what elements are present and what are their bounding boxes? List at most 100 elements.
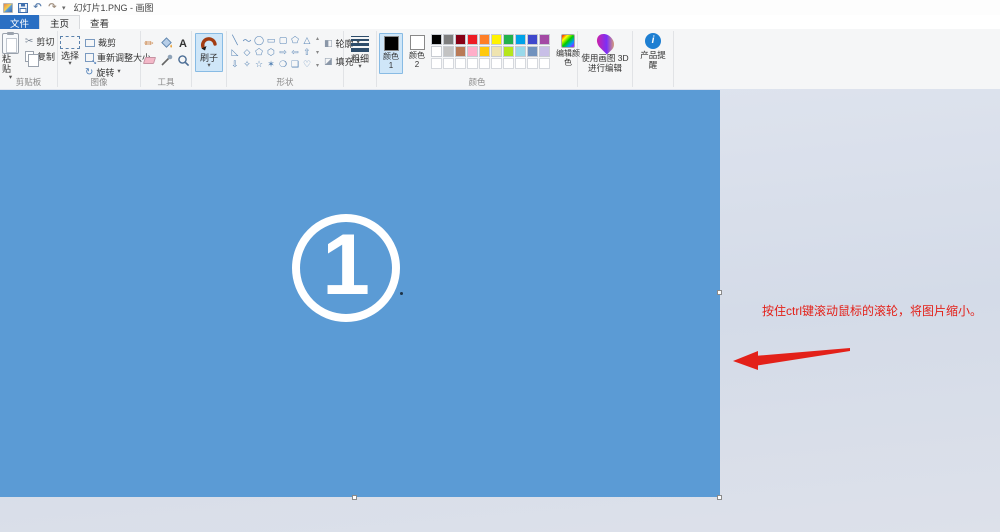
canvas-resize-handle-right[interactable] [717,290,722,295]
palette-color-green[interactable] [503,34,514,45]
group-image: 选择 ▾ 裁剪 重新调整大小 ↻ 旋转 ▾ 图像 [58,29,151,89]
canvas-resize-handle-corner[interactable] [717,495,722,500]
palette-color-gray[interactable] [443,34,454,45]
shape-five-point-star[interactable]: ☆ [253,58,265,70]
shape-rect-callout[interactable]: ❑ [289,58,301,70]
shape-pentagon[interactable]: ⬠ [253,46,265,58]
palette-empty-slot[interactable] [431,58,442,69]
palette-color-white[interactable] [431,46,442,57]
annotation-arrow [733,348,850,370]
palette-color-black[interactable] [431,34,442,45]
group-tools: ✏ A 工具 [141,29,191,89]
palette-empty-slot[interactable] [443,58,454,69]
palette-empty-slot[interactable] [479,58,490,69]
palette-color-light-yellow[interactable] [491,46,502,57]
palette-empty-slot[interactable] [527,58,538,69]
cut-button[interactable]: ✂ 剪切 [23,34,56,49]
palette-empty-slot[interactable] [539,58,550,69]
palette-empty-slot[interactable] [515,58,526,69]
redo-icon[interactable]: ↷ [47,2,58,13]
palette-color-turquoise[interactable] [515,34,526,45]
tab-file[interactable]: 文件 [0,15,40,30]
shape-heart[interactable]: ♡ [301,58,313,70]
palette-color-brown[interactable] [455,46,466,57]
palette-color-yellow[interactable] [491,34,502,45]
shape-oval-callout[interactable]: ❍ [277,58,289,70]
color1-swatch [383,36,399,51]
fill-icon: ◪ [324,56,333,66]
size-button[interactable]: 粗细 ▾ [350,31,369,71]
shape-left-arrow[interactable]: ⇦ [289,46,301,58]
palette-color-lavender[interactable] [539,46,550,57]
palette-color-orange[interactable] [479,34,490,45]
shape-hexagon[interactable]: ⬡ [265,46,277,58]
shapes-more-icon[interactable]: ▾ [316,62,319,69]
paste-button[interactable]: 粘贴 ▾ [2,32,19,81]
annotation-text: 按住ctrl键滚动鼠标的滚轮，将图片缩小。 [762,304,982,318]
shape-right-arrow[interactable]: ⇨ [277,46,289,58]
ribbon-tab-bar: 文件 主页 查看 [0,15,1000,30]
select-caret-icon: ▾ [68,60,72,68]
fill-tool-icon[interactable] [159,36,174,51]
crop-button[interactable]: 裁剪 [83,35,118,50]
palette-empty-slot[interactable] [455,58,466,69]
copy-label: 复制 [37,52,56,62]
shape-right-triangle[interactable]: ◺ [229,46,241,58]
palette-color-red[interactable] [467,34,478,45]
shape-down-arrow[interactable]: ⇩ [229,58,241,70]
palette-color-rose[interactable] [467,46,478,57]
shape-curve[interactable]: 〜 [241,34,253,46]
color2-button[interactable]: 颜色 2 [406,33,428,72]
shape-triangle[interactable]: △ [301,34,313,46]
color1-button[interactable]: 颜色 1 [379,33,403,74]
palette-color-gold[interactable] [479,46,490,57]
shape-rectangle[interactable]: ▭ [265,34,277,46]
shapes-scroll-up-icon[interactable]: ▴ [316,35,319,42]
eraser-tool-icon[interactable] [142,53,157,68]
select-button[interactable]: 选择 ▾ [60,33,80,68]
product-alerts-button[interactable]: i 产品提醒 [640,31,666,70]
image-group-label: 图像 [90,77,108,87]
shape-up-arrow[interactable]: ⇧ [301,46,313,58]
shape-rounded-rectangle[interactable]: ▢ [277,34,289,46]
shape-line[interactable]: ╲ [229,34,241,46]
shape-oval[interactable]: ◯ [253,34,265,46]
save-icon[interactable] [17,2,28,13]
palette-empty-slot[interactable] [491,58,502,69]
paint-app-icon [3,2,13,13]
undo-icon[interactable]: ↶ [32,2,43,13]
paint-canvas[interactable]: 1 [0,90,720,497]
palette-empty-slot[interactable] [467,58,478,69]
shapes-scroll-down-icon[interactable]: ▾ [316,49,319,56]
canvas-resize-handle-bottom[interactable] [352,495,357,500]
text-tool-icon[interactable]: A [176,36,191,51]
palette-color-light-gray[interactable] [443,46,454,57]
paint3d-button[interactable]: 使用画图 3D 进行编辑 [579,30,631,73]
palette-color-light-turquoise[interactable] [515,46,526,57]
quick-access-dropdown-icon[interactable]: ▾ [62,4,66,12]
copy-icon [25,51,39,67]
palette-color-blue-gray[interactable] [527,46,538,57]
color-picker-tool-icon[interactable] [159,53,174,68]
copy-button[interactable]: 复制 [23,49,57,67]
group-paint3d: 使用画图 3D 进行编辑 [578,29,632,89]
palette-color-dark-red[interactable] [455,34,466,45]
shape-diamond[interactable]: ◇ [241,46,253,58]
shape-six-point-star[interactable]: ✶ [265,58,277,70]
palette-color-purple[interactable] [539,34,550,45]
brushes-button[interactable]: 刷子 ▾ [195,33,223,72]
palette-empty-slot[interactable] [503,58,514,69]
shape-four-point-star[interactable]: ✧ [241,58,253,70]
tools-group-label: 工具 [157,77,175,87]
palette-color-lime[interactable] [503,46,514,57]
scissors-icon: ✂ [25,36,34,47]
shapes-scrollbar: ▴ ▾ ▾ [316,31,319,69]
paste-icon [2,32,19,54]
shape-polygon[interactable]: ⬠ [289,34,301,46]
pencil-tool-icon[interactable]: ✏ [142,36,157,51]
tab-home[interactable]: 主页 [39,15,81,30]
tab-view[interactable]: 查看 [80,15,119,30]
palette-color-indigo[interactable] [527,34,538,45]
magnifier-tool-icon[interactable] [176,53,191,68]
ribbon: 粘贴 ▾ ✂ 剪切 复制 剪贴板 选择 ▾ 裁剪 ↘ 重新调整大小 ↻ 旋转 ▾… [0,29,1000,90]
